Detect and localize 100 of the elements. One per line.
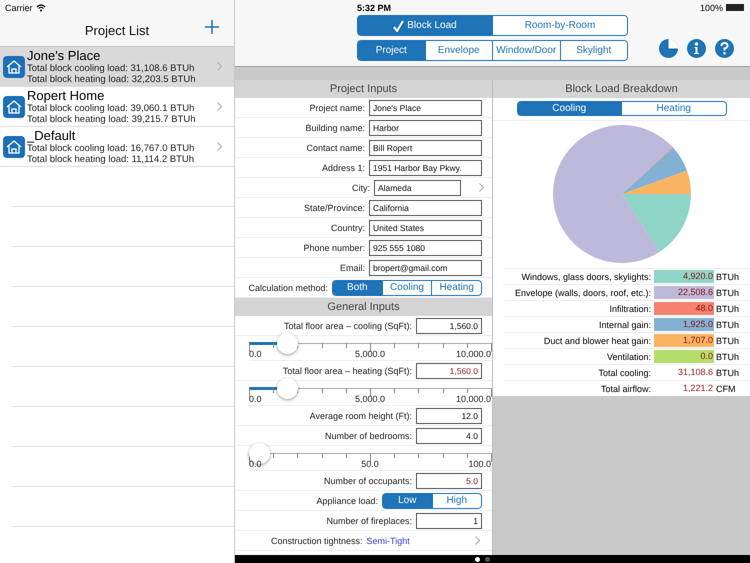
field-label: Address 1: — [320, 162, 366, 172]
section-header: Project Inputs — [235, 80, 492, 98]
text-field[interactable]: Bill Ropert — [369, 140, 482, 156]
number-field[interactable]: 4.0 — [416, 428, 482, 444]
chevron-icon — [217, 62, 222, 71]
battery-icon — [726, 4, 744, 11]
number-field[interactable]: 5.0 — [416, 472, 482, 488]
field-label: Building name: — [304, 122, 366, 132]
tick-label: 0.0 — [249, 459, 262, 469]
breakdown-label: Duct and blower heat gain: — [542, 336, 652, 346]
slider[interactable]: 0.0 5,000.0 10,000.0 — [249, 336, 491, 361]
tick-label: 100.0 — [468, 459, 491, 469]
unit-label: BTUh — [715, 352, 740, 362]
breakdown-label: Windows, glass doors, skylights: — [520, 272, 652, 282]
chevron-icon — [217, 142, 222, 151]
field-label: Number of occupants: — [322, 476, 413, 486]
section-tab[interactable]: Skylight — [560, 41, 627, 60]
breakdown-tab[interactable]: Cooling — [518, 102, 621, 115]
unit-label: BTUh — [715, 336, 740, 346]
number-field[interactable]: 1,560.0 — [416, 362, 482, 378]
heating-load: Total block heating load: 39,215.7 BTUh — [27, 114, 196, 125]
text-field[interactable]: Harbor — [369, 120, 482, 136]
tick-label: 0.0 — [249, 394, 262, 404]
breakdown-value: 31,108.6 — [676, 366, 714, 379]
slider[interactable]: 0.0 5,000.0 10,000.0 — [249, 381, 491, 406]
text-field[interactable]: 1951 Harbor Bay Pkwy. — [369, 160, 482, 176]
field-label: Average room height (Ft): — [308, 410, 413, 420]
clock-time: 5:32 PM — [357, 2, 392, 12]
check-icon — [393, 20, 404, 32]
tick-label: 5,000.0 — [354, 394, 386, 404]
page-dot[interactable] — [475, 556, 480, 562]
section-header: Block Load Breakdown — [493, 80, 750, 98]
mode-tab[interactable]: Block Load — [358, 16, 492, 35]
project-name: Jone's Place — [27, 48, 102, 63]
unit-label: BTUh — [715, 272, 740, 282]
project-name: Ropert Home — [27, 88, 106, 103]
tick-label: 50.0 — [361, 459, 379, 469]
project-row[interactable]: Jone's Place Total block cooling load: 31,108.6 BTUh Total block heating load: 32,203.5 BTUh — [0, 47, 234, 87]
heating-load: Total block heating load: 32,203.5 BTUh — [27, 74, 196, 85]
project-name: _Default — [27, 128, 76, 143]
text-field[interactable]: United States — [369, 220, 482, 236]
segment-option[interactable]: Heating — [431, 280, 481, 294]
segment-option[interactable]: Low — [383, 494, 432, 508]
number-field[interactable]: 1 — [416, 512, 482, 528]
field-label: Number of bedrooms: — [324, 430, 413, 440]
unit-label: BTUh — [715, 320, 740, 330]
slider-thumb[interactable] — [276, 333, 298, 354]
unit-label: CFM — [715, 384, 736, 394]
page-dot[interactable] — [485, 556, 490, 562]
breakdown-label: Total airflow: — [600, 384, 652, 394]
segment-option[interactable]: Both — [333, 280, 382, 294]
field-label: Contact name: — [305, 142, 366, 152]
field-label: Country: — [330, 222, 366, 232]
number-field[interactable]: 12.0 — [416, 408, 482, 424]
cooling-load: Total block cooling load: 39,060.1 BTUh — [27, 103, 196, 114]
number-field[interactable]: 1,560.0 — [416, 318, 482, 334]
section-tab[interactable]: Window/Door — [492, 41, 560, 60]
field-label: Total floor area – cooling (SqFt): — [282, 320, 413, 330]
house-icon — [3, 136, 25, 158]
slider-thumb[interactable] — [276, 378, 298, 399]
field-label: Number of fireplaces: — [325, 516, 413, 526]
breakdown-value: 0.0 — [654, 350, 714, 363]
add-button[interactable] — [204, 19, 220, 35]
help-icon[interactable] — [715, 39, 734, 58]
breakdown-label: Envelope (walls, doors, roof, etc.): — [514, 288, 652, 298]
section-tab[interactable]: Envelope — [424, 41, 492, 60]
text-field[interactable]: bropert@gmail.com — [369, 260, 482, 276]
chevron-icon — [217, 102, 222, 111]
mode-tab[interactable]: Room-by-Room — [492, 16, 627, 35]
slider[interactable]: 0.0 50.0 100.0 — [249, 446, 491, 471]
breakdown-value: 1,221.2 — [682, 382, 714, 395]
breakdown-tab[interactable]: Heating — [621, 102, 726, 115]
text-field[interactable]: Alameda — [374, 180, 461, 196]
pie-chart-icon[interactable] — [659, 39, 678, 58]
field-label: City: — [351, 182, 371, 192]
text-field[interactable]: California — [369, 200, 482, 216]
field-label: Email: — [338, 262, 366, 272]
breakdown-label: Ventilation: — [606, 352, 652, 362]
house-icon — [3, 96, 25, 118]
text-field[interactable]: Jone's Place — [369, 100, 482, 116]
heating-load: Total block heating load: 11,114.2 BTUh — [27, 154, 196, 165]
unit-label: BTUh — [715, 288, 740, 298]
field-value[interactable]: Semi-Tight — [366, 536, 472, 546]
tick-label: 10,000.0 — [456, 394, 491, 404]
info-icon[interactable] — [687, 39, 706, 58]
tick-label: 0.0 — [249, 349, 262, 359]
unit-label: BTUh — [715, 368, 740, 378]
battery-percent: 100% — [700, 2, 723, 12]
chevron-icon — [479, 183, 484, 192]
field-label: Project name: — [308, 102, 366, 112]
field-label: Calculation method: — [247, 282, 329, 292]
field-label: State/Province: — [302, 202, 366, 212]
field-label: Phone number: — [302, 242, 366, 252]
text-field[interactable]: 925 555 1080 — [369, 240, 482, 256]
breakdown-value: 1,707.0 — [654, 334, 714, 347]
segment-option[interactable]: High — [432, 494, 481, 508]
section-tab[interactable]: Project — [358, 41, 424, 60]
breakdown-label: Internal gain: — [598, 320, 652, 330]
unit-label: BTUh — [715, 304, 740, 314]
chevron-icon — [475, 536, 480, 545]
